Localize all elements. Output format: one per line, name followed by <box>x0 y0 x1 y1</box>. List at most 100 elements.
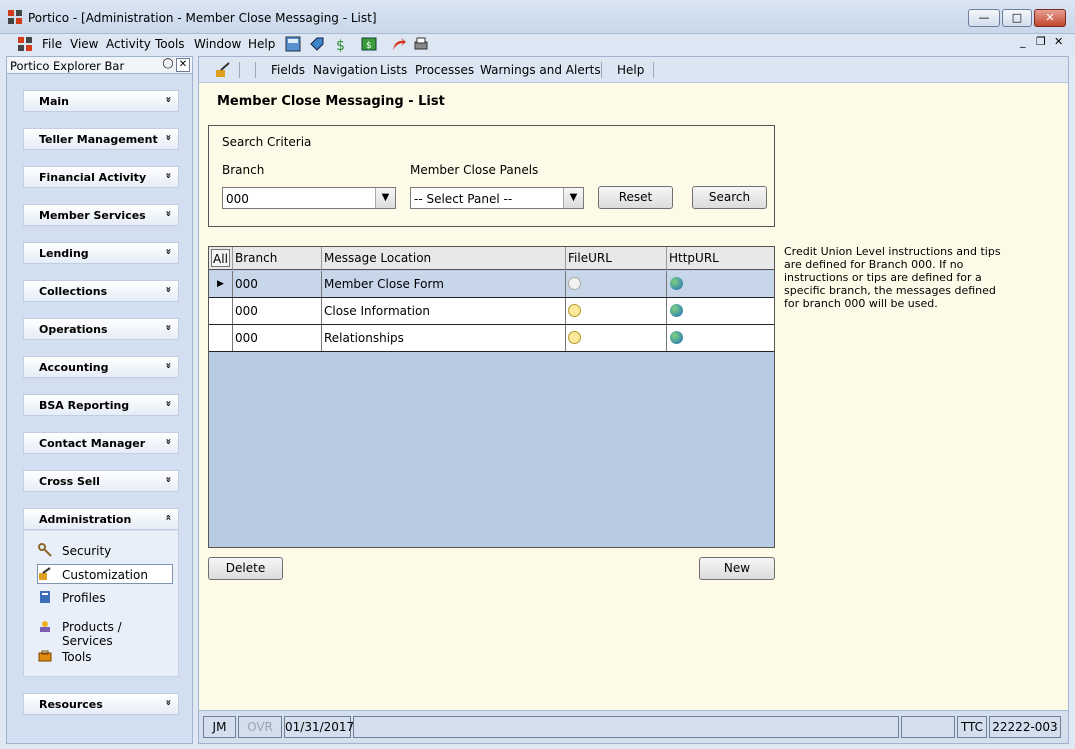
column-header-httpurl[interactable]: HttpURL <box>667 247 774 270</box>
submenu-processes[interactable]: Processes <box>415 63 474 77</box>
explorer-close-icon[interactable]: ✕ <box>176 58 190 72</box>
chevron-down-icon: » <box>162 286 174 293</box>
print-icon[interactable] <box>413 36 429 52</box>
explorer-title: Portico Explorer Bar <box>10 59 125 73</box>
cell-message-location: Close Information <box>322 298 566 324</box>
menu-file[interactable]: File <box>42 37 62 51</box>
cell-httpurl[interactable] <box>667 298 774 324</box>
table-row[interactable]: 000 Close Information <box>209 298 774 325</box>
column-header-message-location[interactable]: Message Location <box>322 247 566 270</box>
cell-branch: 000 <box>233 298 322 324</box>
separator <box>239 62 240 78</box>
select-all-label[interactable]: All <box>211 249 230 267</box>
nav-section-label: Collections <box>39 285 108 298</box>
menu-tools[interactable]: Tools <box>155 37 185 51</box>
customize-tool-icon[interactable] <box>215 62 231 78</box>
admin-item-label: Profiles <box>62 591 106 605</box>
globe-icon[interactable] <box>670 277 683 290</box>
nav-section-administration[interactable]: Administration « <box>23 508 179 530</box>
cell-httpurl[interactable] <box>667 325 774 351</box>
menu-view[interactable]: View <box>70 37 98 51</box>
column-header-fileurl[interactable]: FileURL <box>566 247 667 270</box>
file-tip-icon[interactable] <box>568 277 581 290</box>
search-button[interactable]: Search <box>692 186 767 209</box>
menu-bar: File View Activity Tools Window Help _ ❐… <box>0 34 1075 54</box>
cell-fileurl[interactable] <box>566 298 667 324</box>
chevron-down-icon: » <box>162 134 174 141</box>
globe-icon[interactable] <box>670 304 683 317</box>
nav-section-member-services[interactable]: Member Services » <box>23 204 179 226</box>
submenu-help[interactable]: Help <box>617 63 644 77</box>
redo-arrow-icon[interactable] <box>391 36 407 52</box>
select-all-header[interactable]: All <box>209 247 233 270</box>
calculator-icon[interactable] <box>285 36 301 52</box>
minimize-button[interactable]: — <box>968 9 1000 27</box>
chevron-down-icon[interactable]: ▼ <box>563 188 583 208</box>
globe-icon[interactable] <box>670 331 683 344</box>
menu-help[interactable]: Help <box>248 37 275 51</box>
page-title: Member Close Messaging - List <box>217 94 445 109</box>
explorer-bar: Portico Explorer Bar ◯ ✕ Main » Teller Ma… <box>6 56 193 744</box>
chevron-down-icon: » <box>162 172 174 179</box>
row-indicator <box>209 298 233 324</box>
nav-section-collections[interactable]: Collections » <box>23 280 179 302</box>
file-tip-icon[interactable] <box>568 304 581 317</box>
file-tip-icon[interactable] <box>568 331 581 344</box>
chevron-down-icon: » <box>162 476 174 483</box>
mdi-close-button[interactable]: ✕ <box>1054 35 1063 48</box>
cell-fileurl[interactable] <box>566 325 667 351</box>
nav-section-lending[interactable]: Lending » <box>23 242 179 264</box>
money-icon[interactable]: $ <box>333 36 349 54</box>
cell-message-location: Member Close Form <box>322 271 566 297</box>
admin-item-label: Customization <box>62 568 148 582</box>
submenu-navigation[interactable]: Navigation <box>313 63 378 77</box>
nav-section-accounting[interactable]: Accounting » <box>23 356 179 378</box>
submenu-fields[interactable]: Fields <box>271 63 305 77</box>
admin-item-profiles[interactable]: Profiles <box>38 588 174 608</box>
branch-select[interactable]: 000 ▼ <box>222 187 396 209</box>
nav-section-resources[interactable]: Resources » <box>23 693 179 715</box>
nav-section-contact-manager[interactable]: Contact Manager » <box>23 432 179 454</box>
admin-item-security[interactable]: Security <box>38 541 174 561</box>
cash-drawer-icon[interactable]: $ <box>361 36 377 52</box>
tools-icon <box>38 649 52 663</box>
criteria-title: Search Criteria <box>222 135 312 149</box>
submenu-warnings-alerts[interactable]: Warnings and Alerts <box>480 63 601 77</box>
nav-section-bsa-reporting[interactable]: BSA Reporting » <box>23 394 179 416</box>
nav-section-label: BSA Reporting <box>39 399 130 412</box>
menu-activity[interactable]: Activity <box>106 37 151 51</box>
chevron-down-icon[interactable]: ▼ <box>375 188 395 208</box>
nav-section-label: Accounting <box>39 361 109 374</box>
table-row[interactable]: ▶ 000 Member Close Form <box>209 271 774 298</box>
admin-item-products-services[interactable]: Products / Services <box>38 617 174 648</box>
nav-section-financial-activity[interactable]: Financial Activity » <box>23 166 179 188</box>
nav-section-cross-sell[interactable]: Cross Sell » <box>23 470 179 492</box>
nav-section-operations[interactable]: Operations » <box>23 318 179 340</box>
nav-section-teller-management[interactable]: Teller Management » <box>23 128 179 150</box>
mdi-restore-button[interactable]: ❐ <box>1036 35 1046 48</box>
reset-button[interactable]: Reset <box>598 186 673 209</box>
table-row[interactable]: 000 Relationships <box>209 325 774 352</box>
status-blank <box>901 716 955 738</box>
portico-menu-icon[interactable] <box>18 37 32 51</box>
nav-section-main[interactable]: Main » <box>23 90 179 112</box>
chevron-down-icon: » <box>162 400 174 407</box>
new-button[interactable]: New <box>699 557 775 580</box>
pin-icon[interactable]: ◯ <box>161 58 175 72</box>
maximize-button[interactable]: □ <box>1002 9 1032 27</box>
submenu-lists[interactable]: Lists <box>380 63 407 77</box>
admin-item-tools[interactable]: Tools <box>38 647 174 667</box>
close-button[interactable]: ✕ <box>1034 9 1066 27</box>
mdi-minimize-button[interactable]: _ <box>1020 35 1026 48</box>
tag-icon[interactable] <box>309 36 325 52</box>
cell-fileurl[interactable] <box>566 271 667 297</box>
column-header-branch[interactable]: Branch <box>233 247 322 270</box>
admin-item-customization[interactable]: Customization <box>37 564 173 584</box>
cell-httpurl[interactable] <box>667 271 774 297</box>
panel-select[interactable]: -- Select Panel -- ▼ <box>410 187 584 209</box>
nav-section-label: Cross Sell <box>39 475 100 488</box>
menu-window[interactable]: Window <box>194 37 241 51</box>
chevron-down-icon: » <box>162 699 174 706</box>
nav-section-label: Lending <box>39 247 89 260</box>
delete-button[interactable]: Delete <box>208 557 283 580</box>
